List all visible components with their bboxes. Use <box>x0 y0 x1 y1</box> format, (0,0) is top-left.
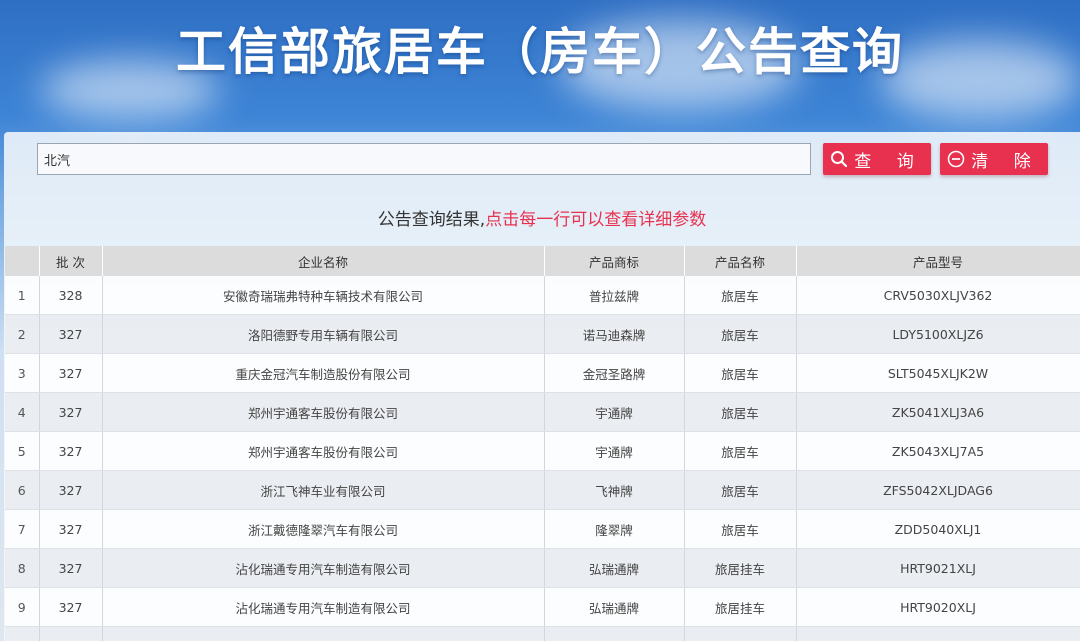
minus-circle-icon <box>947 150 965 168</box>
row-brand: 宇通牌 <box>544 431 685 471</box>
row-model: XML5060XLJ16 <box>796 626 1080 641</box>
query-panel: 查 询 清 除 公告查询结果,点击每一行可以查看详细参数 批 次 企业名称 产品… <box>4 132 1080 641</box>
row-brand: 宇通牌 <box>544 392 685 432</box>
row-index: 4 <box>5 392 40 432</box>
result-caption: 公告查询结果,点击每一行可以查看详细参数 <box>4 205 1080 230</box>
row-brand: 弘瑞通牌 <box>544 548 685 588</box>
row-model: HRT9021XLJ <box>796 548 1080 588</box>
result-hint: 点击每一行可以查看详细参数 <box>485 210 707 230</box>
row-company: 沾化瑞通专用汽车制造有限公司 <box>102 548 545 588</box>
table-row[interactable]: 8 327 沾化瑞通专用汽车制造有限公司 弘瑞通牌 旅居挂车 HRT9021XLJ <box>5 548 1080 588</box>
row-index: 7 <box>5 509 40 549</box>
row-company: 重庆金冠汽车制造股份有限公司 <box>102 353 545 393</box>
table-row[interactable]: 3 327 重庆金冠汽车制造股份有限公司 金冠圣路牌 旅居车 SLT5045XLJK2W <box>5 353 1080 393</box>
column-header <box>5 246 40 276</box>
row-model: SLT5045XLJK2W <box>796 353 1080 393</box>
row-product-name: 旅居挂车 <box>684 548 797 588</box>
row-index: 9 <box>5 587 40 627</box>
row-index: 10 <box>5 626 40 641</box>
row-company: 浙江飞神车业有限公司 <box>102 470 545 510</box>
column-header-product-name: 产品名称 <box>684 246 797 276</box>
row-model: ZK5043XLJ7A5 <box>796 431 1080 471</box>
row-company: 郑州宇通客车股份有限公司 <box>102 392 545 432</box>
row-batch: 328 <box>39 276 103 315</box>
row-brand: 飞神牌 <box>544 470 685 510</box>
table-row[interactable]: 2 327 洛阳德野专用车辆有限公司 诺马迪森牌 旅居车 LDY5100XLJZ6 <box>5 314 1080 354</box>
row-product-name: 旅居车 <box>684 626 797 641</box>
row-company: 洛阳德野专用车辆有限公司 <box>102 314 545 354</box>
table-header-row: 批 次 企业名称 产品商标 产品名称 产品型号 <box>5 246 1080 276</box>
query-button[interactable]: 查 询 <box>823 143 931 175</box>
row-brand: 诺马迪森牌 <box>544 314 685 354</box>
column-header-model: 产品型号 <box>796 246 1080 276</box>
clear-button-label: 清 除 <box>971 151 1041 172</box>
page-title: 工信部旅居车（房车）公告查询 <box>176 23 904 81</box>
row-batch: 327 <box>39 626 103 641</box>
row-product-name: 旅居车 <box>684 392 797 432</box>
row-index: 3 <box>5 353 40 393</box>
search-input[interactable] <box>37 143 811 175</box>
row-company: 沾化瑞通专用汽车制造有限公司 <box>102 587 545 627</box>
search-icon <box>831 151 848 168</box>
table-row[interactable]: 9 327 沾化瑞通专用汽车制造有限公司 弘瑞通牌 旅居挂车 HRT9020XLJ <box>5 587 1080 627</box>
row-model: ZFS5042XLJDAG6 <box>796 470 1080 510</box>
row-model: ZK5041XLJ3A6 <box>796 392 1080 432</box>
row-company: 郑州宇通客车股份有限公司 <box>102 431 545 471</box>
result-label: 公告查询结果, <box>377 210 486 230</box>
row-index: 5 <box>5 431 40 471</box>
query-button-label: 查 询 <box>854 151 924 172</box>
row-product-name: 旅居车 <box>684 431 797 471</box>
row-batch: 327 <box>39 587 103 627</box>
column-header-batch: 批 次 <box>39 246 103 276</box>
row-batch: 327 <box>39 509 103 549</box>
row-company: 厦门金龙旅行车有限公司 <box>102 626 545 641</box>
row-brand: 隆翠牌 <box>544 509 685 549</box>
row-batch: 327 <box>39 431 103 471</box>
table-row[interactable]: 4 327 郑州宇通客车股份有限公司 宇通牌 旅居车 ZK5041XLJ3A6 <box>5 392 1080 432</box>
row-product-name: 旅居挂车 <box>684 587 797 627</box>
row-batch: 327 <box>39 353 103 393</box>
row-brand: 金旅牌 <box>544 626 685 641</box>
row-model: HRT9020XLJ <box>796 587 1080 627</box>
row-company: 安徽奇瑞瑞弗特种车辆技术有限公司 <box>102 276 545 315</box>
row-batch: 327 <box>39 548 103 588</box>
row-index: 6 <box>5 470 40 510</box>
row-batch: 327 <box>39 314 103 354</box>
table-row[interactable]: 6 327 浙江飞神车业有限公司 飞神牌 旅居车 ZFS5042XLJDAG6 <box>5 470 1080 510</box>
row-index: 1 <box>5 276 40 315</box>
row-model: CRV5030XLJV362 <box>796 276 1080 315</box>
row-batch: 327 <box>39 470 103 510</box>
table-row[interactable]: 5 327 郑州宇通客车股份有限公司 宇通牌 旅居车 ZK5043XLJ7A5 <box>5 431 1080 471</box>
row-model: LDY5100XLJZ6 <box>796 314 1080 354</box>
row-company: 浙江戴德隆翠汽车有限公司 <box>102 509 545 549</box>
column-header-brand: 产品商标 <box>544 246 685 276</box>
row-index: 8 <box>5 548 40 588</box>
row-model: ZDD5040XLJ1 <box>796 509 1080 549</box>
table-row[interactable]: 7 327 浙江戴德隆翠汽车有限公司 隆翠牌 旅居车 ZDD5040XLJ1 <box>5 509 1080 549</box>
row-brand: 金冠圣路牌 <box>544 353 685 393</box>
row-index: 2 <box>5 314 40 354</box>
row-batch: 327 <box>39 392 103 432</box>
row-product-name: 旅居车 <box>684 353 797 393</box>
results-table: 批 次 企业名称 产品商标 产品名称 产品型号 1 328 安徽奇瑞瑞弗特种车辆技术… <box>5 246 1080 641</box>
row-product-name: 旅居车 <box>684 314 797 354</box>
row-brand: 弘瑞通牌 <box>544 587 685 627</box>
row-brand: 普拉兹牌 <box>544 276 685 315</box>
clear-button[interactable]: 清 除 <box>940 143 1048 175</box>
row-product-name: 旅居车 <box>684 509 797 549</box>
table-row[interactable]: 1 328 安徽奇瑞瑞弗特种车辆技术有限公司 普拉兹牌 旅居车 CRV5030XLJV36… <box>5 276 1080 315</box>
row-product-name: 旅居车 <box>684 470 797 510</box>
row-product-name: 旅居车 <box>684 276 797 315</box>
column-header-company: 企业名称 <box>102 246 545 276</box>
table-row[interactable]: 10327厦门金龙旅行车有限公司金旅牌旅居车XML5060XLJ16 <box>5 626 1080 641</box>
